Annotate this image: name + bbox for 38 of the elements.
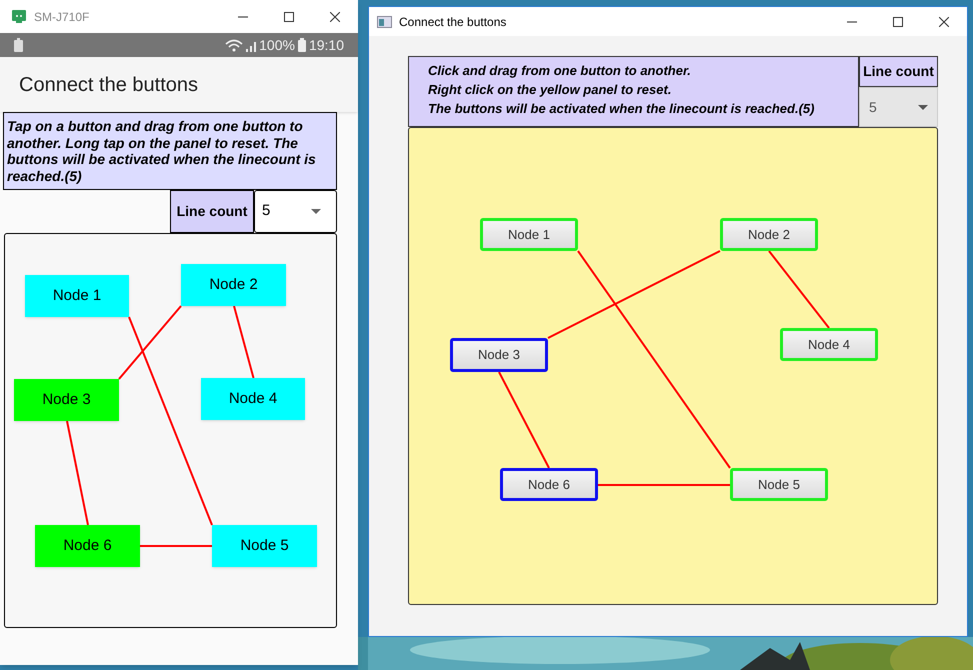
app-icon [12,10,26,23]
maximize-button[interactable] [284,12,294,22]
drawing-panel[interactable]: Node 1 Node 2 Node 3 Node 4 Node 6 Node 5 [408,127,938,605]
node-button[interactable]: Node 3 [450,338,548,372]
app-title: Connect the buttons [19,72,198,98]
node-button[interactable]: Node 5 [212,525,317,567]
node-button[interactable]: Node 1 [25,275,129,317]
instructions-text: Tap on a button and drag from one button to another. Long tap on the panel to reset. The buttons will be activated when the linecount is reached.(5) [3,112,337,190]
window-title: Connect the buttons [399,14,506,30]
node-button[interactable]: Node 2 [181,264,286,306]
dropdown-caret-icon [918,104,928,110]
battery-percent: 100% [259,36,295,54]
instruction-line: Right click on the yellow panel to reset. [428,82,672,98]
drawing-panel[interactable]: Node 1 Node 2 Node 3 Node 4 Node 6 Node 5 [4,233,337,628]
node-button[interactable]: Node 5 [730,468,828,501]
node-button[interactable]: Node 4 [201,378,305,420]
wifi-icon [225,38,244,52]
line-count-label: Line count [859,56,938,87]
node-button[interactable]: Node 6 [500,468,598,501]
battery-icon [14,38,23,52]
dropdown-caret-icon [311,209,321,214]
window-title: SM-J710F [34,8,90,26]
line-count-dropdown[interactable]: 5 [859,87,938,127]
maximize-button[interactable] [893,16,903,26]
node-button[interactable]: Node 2 [720,218,818,251]
clock-time: 19:10 [308,36,344,54]
battery-icon [298,38,306,52]
line-count-label: Line count [170,190,254,233]
node-button[interactable]: Node 6 [35,525,140,567]
instruction-line: Click and drag from one button to another. [428,63,692,79]
instruction-line: The buttons will be activated when the linecount is reached.(5) [428,101,816,117]
node-button[interactable]: Node 4 [780,328,878,361]
line-count-dropdown[interactable]: 5 [254,190,337,233]
node-button[interactable]: Node 3 [14,379,119,421]
close-button[interactable] [330,12,340,22]
close-button[interactable] [939,16,949,26]
node-button[interactable]: Node 1 [480,218,578,251]
app-icon [377,16,392,28]
